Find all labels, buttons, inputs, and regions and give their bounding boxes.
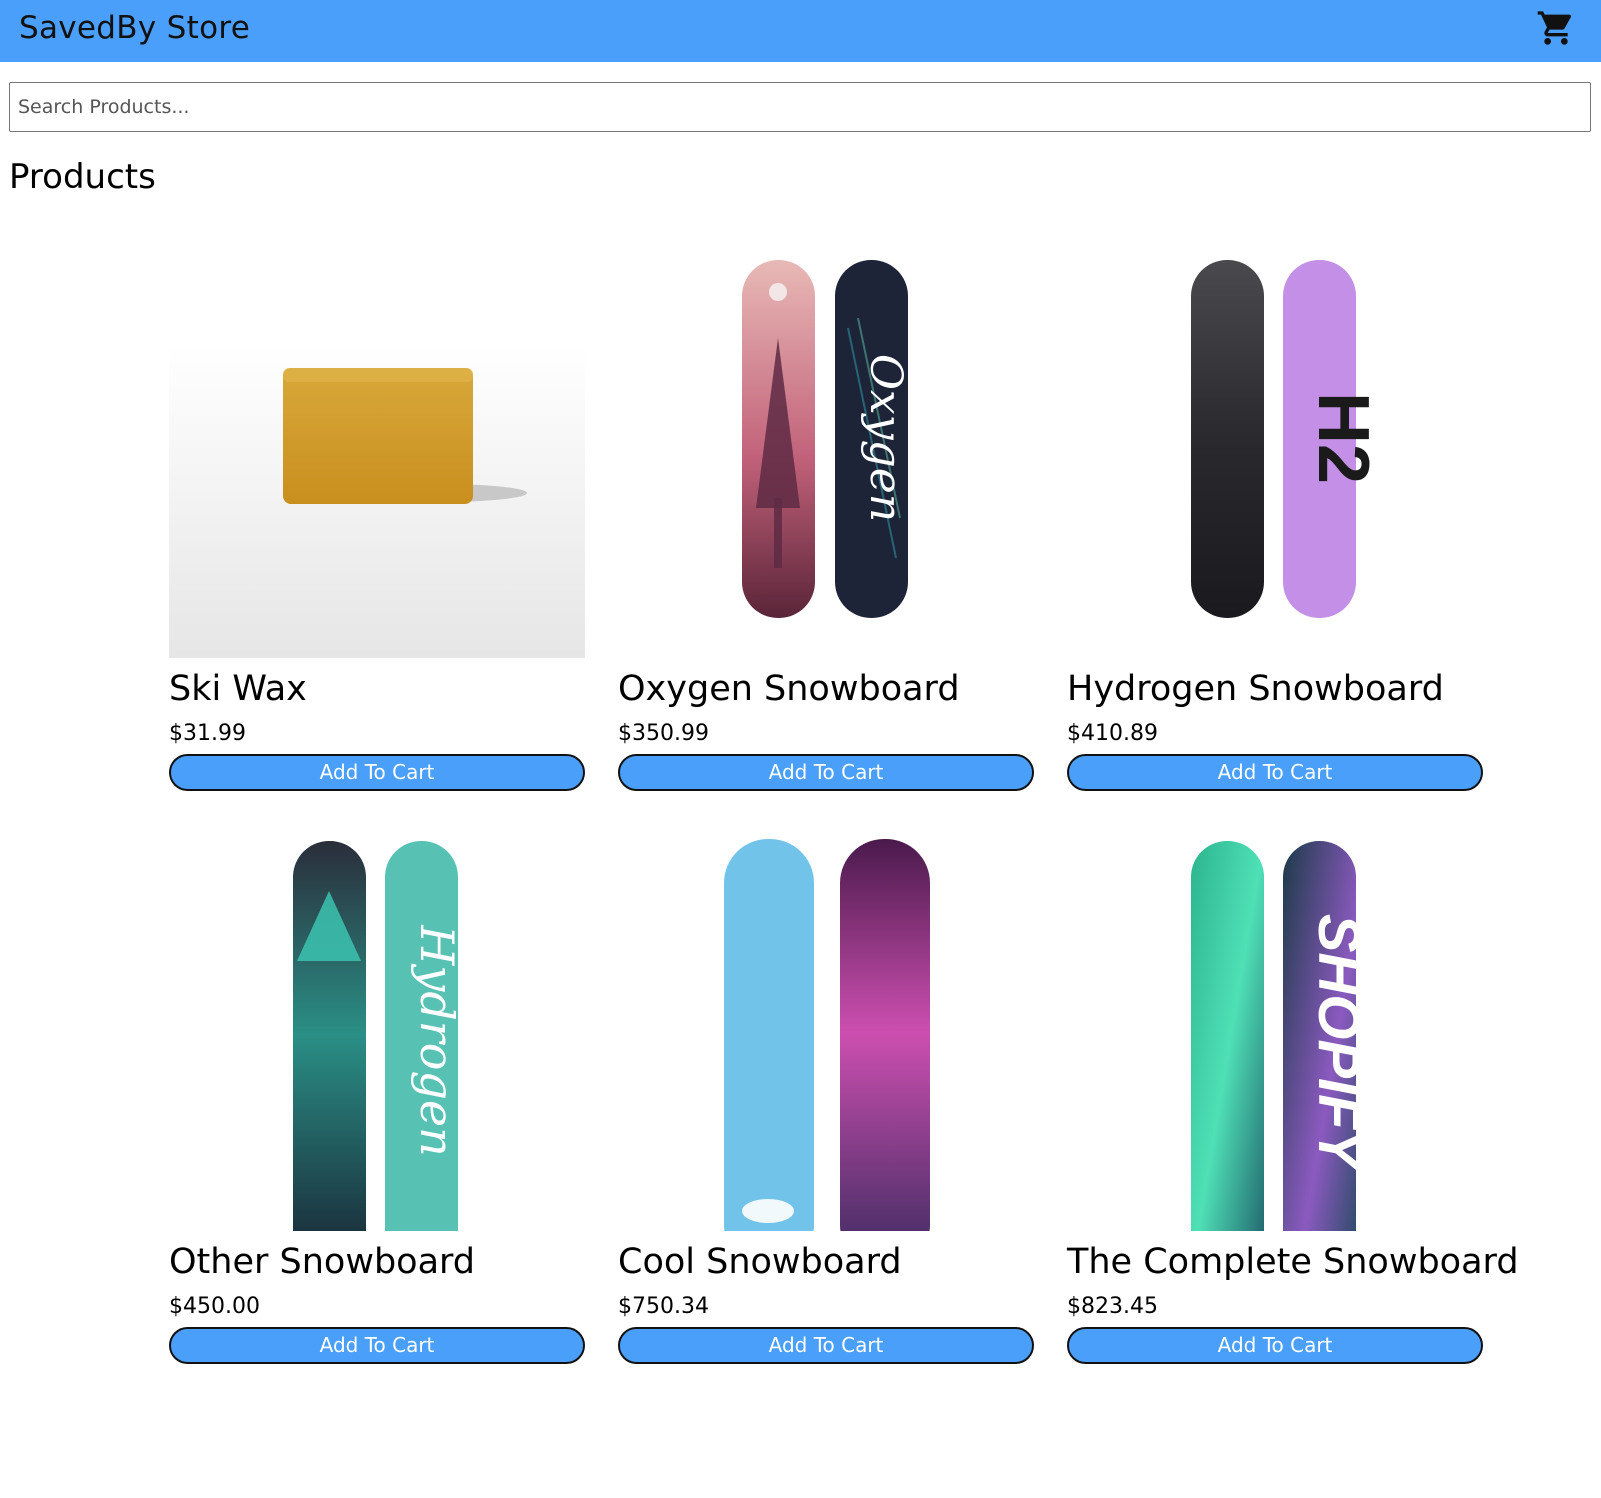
other-snowboard-image: Hydrogen <box>293 841 464 1231</box>
product-name[interactable]: Hydrogen Snowboard <box>1067 668 1444 710</box>
product-price: $410.89 <box>1067 721 1158 746</box>
section-heading: Products <box>9 157 156 197</box>
complete-snowboard-image: SHOPIFY <box>1191 841 1371 1231</box>
top-bar: SavedBy Store <box>0 0 1601 62</box>
product-card: H2 Hydrogen Snowboard $410.89 Add To Car… <box>1067 258 1483 818</box>
product-card: SHOPIFY The Complete Snowboard $823.45 A… <box>1067 831 1519 1391</box>
product-card: Cool Snowboard $750.34 Add To Cart <box>618 831 1034 1391</box>
shopping-cart-icon[interactable] <box>1536 8 1576 48</box>
product-price: $450.00 <box>169 1294 260 1319</box>
product-image[interactable]: Hydrogen <box>169 831 585 1231</box>
product-name[interactable]: Oxygen Snowboard <box>618 668 960 710</box>
product-image[interactable] <box>618 831 1034 1231</box>
add-to-cart-button[interactable]: Add To Cart <box>169 1327 585 1364</box>
product-price: $31.99 <box>169 721 246 746</box>
search-input[interactable] <box>9 82 1591 132</box>
add-to-cart-button[interactable]: Add To Cart <box>1067 1327 1483 1364</box>
product-name[interactable]: The Complete Snowboard <box>1067 1241 1519 1283</box>
add-to-cart-button[interactable]: Add To Cart <box>618 1327 1034 1364</box>
product-card: Hydrogen Other Snowboard $450.00 Add To … <box>169 831 585 1391</box>
add-to-cart-button[interactable]: Add To Cart <box>1067 754 1483 791</box>
product-name[interactable]: Cool Snowboard <box>618 1241 902 1283</box>
product-price: $350.99 <box>618 721 709 746</box>
product-name[interactable]: Other Snowboard <box>169 1241 475 1283</box>
cool-snowboard-image <box>724 839 930 1231</box>
hydrogen-board-text: Hydrogen <box>410 924 464 1157</box>
complete-board-text: SHOPIFY <box>1306 914 1371 1174</box>
product-image[interactable]: SHOPIFY <box>1067 831 1483 1231</box>
oxygen-snowboard-image: Oxygen <box>742 260 911 618</box>
add-to-cart-button[interactable]: Add To Cart <box>618 754 1034 791</box>
product-card: Oxygen Oxygen Snowboard $350.99 Add To C… <box>618 258 1034 818</box>
product-card: Ski Wax $31.99 Add To Cart <box>169 258 585 818</box>
oxygen-board-text: Oxygen <box>860 354 911 522</box>
product-image[interactable]: Oxygen <box>618 258 1034 658</box>
product-image[interactable]: H2 <box>1067 258 1483 658</box>
add-to-cart-button[interactable]: Add To Cart <box>169 754 585 791</box>
ski-wax-image <box>169 344 585 658</box>
product-price: $823.45 <box>1067 1294 1158 1319</box>
hydrogen-snowboard-image: H2 <box>1191 260 1383 618</box>
product-image[interactable] <box>169 258 585 658</box>
product-price: $750.34 <box>618 1294 709 1319</box>
hydrogen-board-text: H2 <box>1303 392 1383 484</box>
store-title: SavedBy Store <box>19 10 251 46</box>
product-name[interactable]: Ski Wax <box>169 668 307 710</box>
